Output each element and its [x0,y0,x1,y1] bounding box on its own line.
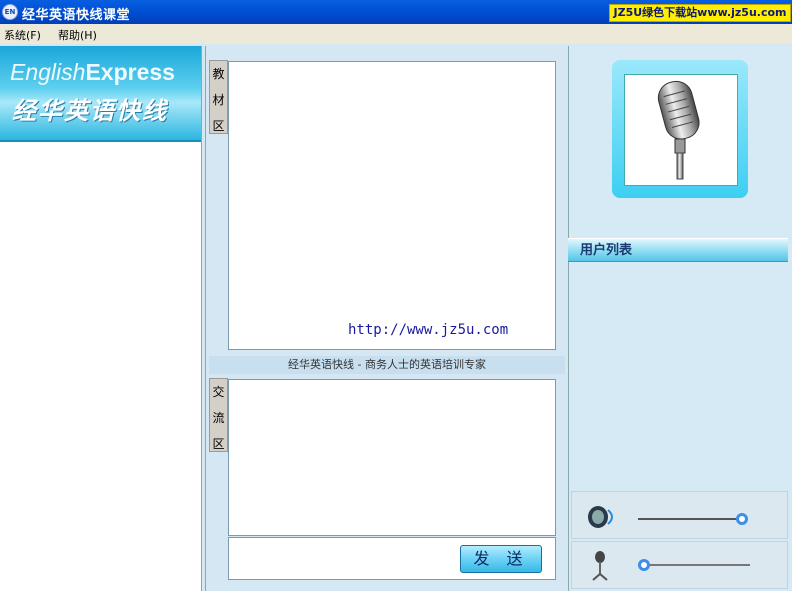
logo-english: EnglishExpress [10,59,175,86]
chat-tab[interactable]: 交 流 区 [209,378,228,452]
logo-english-light: English [10,59,86,85]
slogan-text: 经华英语快线 - 商务人士的英语培训专家 [209,356,565,374]
left-panel: EnglishExpress 经华英语快线 [0,46,202,591]
menu-bar: 系统(F) 帮助(H) [0,24,792,44]
studio-microphone-icon [657,80,700,180]
textbook-tab-char: 区 [212,119,225,133]
microphone-volume-track[interactable] [638,564,750,566]
user-list-header: 用户列表 [568,238,788,262]
textbook-area[interactable] [228,61,556,350]
title-bar: EN 经华英语快线课堂 JZ5U绿色下载站www.jz5u.com [0,0,792,24]
microphone-volume-knob[interactable] [638,559,650,571]
chat-tab-char: 交 [212,385,225,399]
user-list[interactable] [568,263,788,489]
textbook-tab-char: 材 [212,93,225,107]
speaker-volume-row [571,491,788,539]
menu-system[interactable]: 系统(F) [4,27,41,43]
logo-chinese: 经华英语快线 [12,97,168,125]
menu-help[interactable]: 帮助(H) [58,27,97,43]
chat-tab-char: 区 [212,437,225,451]
chat-tab-char: 流 [212,411,225,425]
speaker-volume-track[interactable] [638,518,742,520]
speaker-icon [588,506,613,528]
microphone-volume-row [571,541,788,589]
promo-badge: JZ5U绿色下载站www.jz5u.com [609,4,791,22]
window-title: 经华英语快线课堂 [22,8,131,23]
app-icon: EN [2,4,18,20]
microphone-frame [612,60,748,198]
logo-english-bold: Express [85,59,175,85]
textbook-tab[interactable]: 教 材 区 [209,60,228,134]
watermark-url: http://www.jz5u.com [348,322,509,338]
chat-history-area[interactable] [228,379,556,536]
textbook-tab-char: 教 [212,67,225,81]
microphone-image-box [624,74,738,186]
speaker-volume-knob[interactable] [736,513,748,525]
english-express-logo: EnglishExpress 经华英语快线 [0,46,201,142]
microphone-icon [592,551,608,581]
send-button[interactable]: 发 送 [460,545,542,573]
